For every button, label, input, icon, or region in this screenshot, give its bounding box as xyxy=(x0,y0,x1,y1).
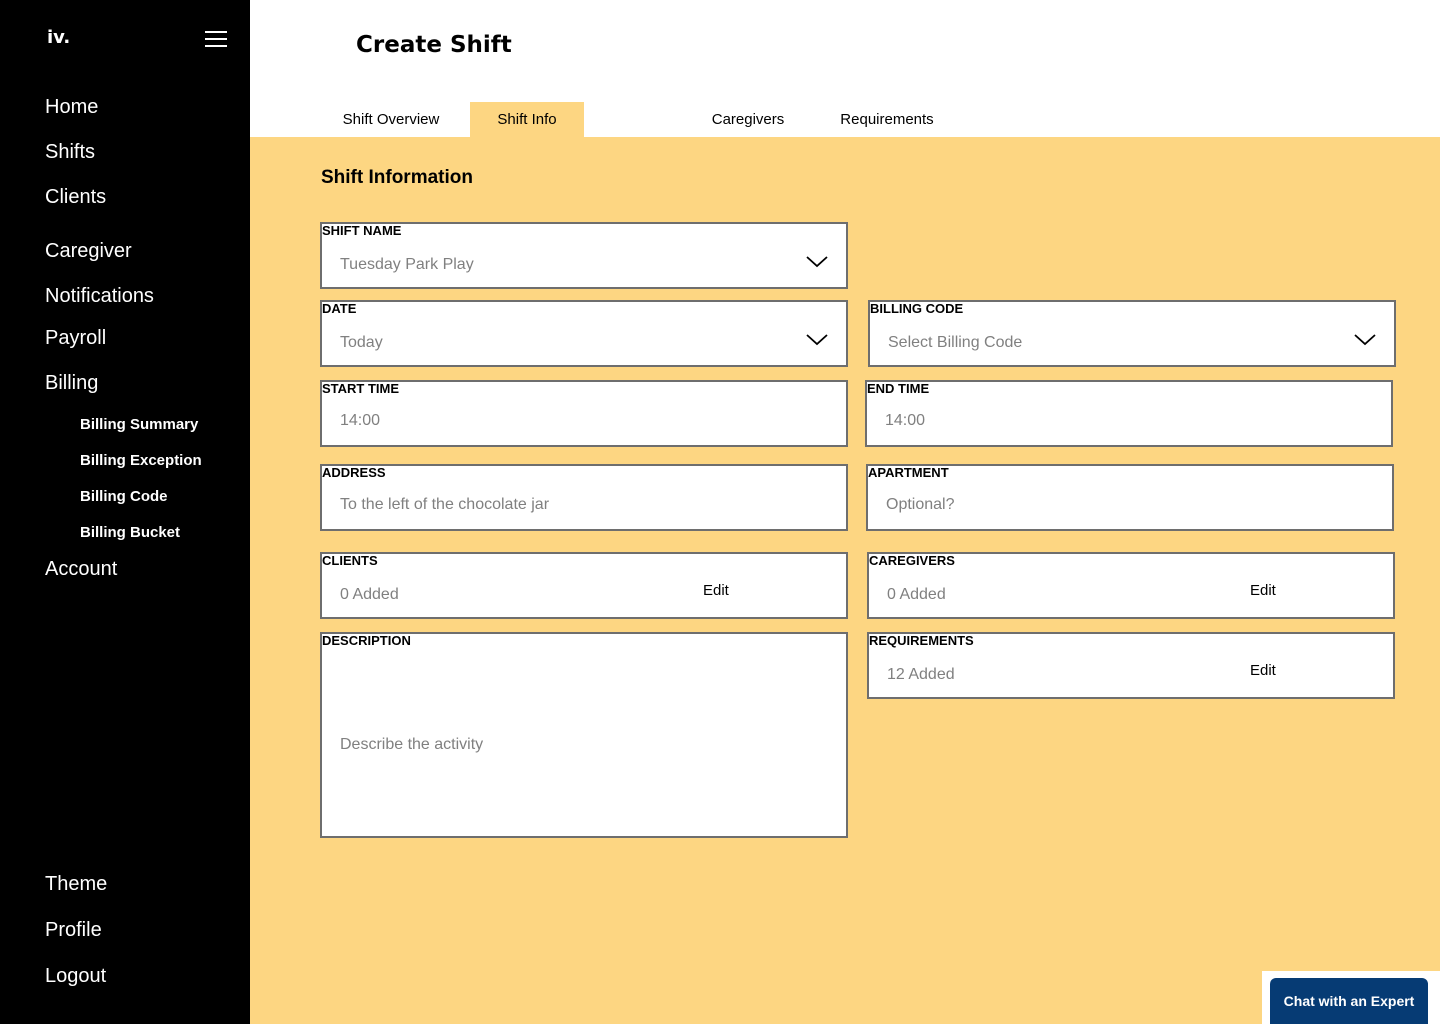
date-label: DATE xyxy=(322,301,357,316)
apartment-input[interactable] xyxy=(886,496,1253,514)
shift-name-select[interactable]: SHIFT NAME Tuesday Park Play xyxy=(320,222,848,289)
section-title: Shift Information xyxy=(321,167,473,188)
clients-edit-link[interactable]: Edit xyxy=(703,582,729,599)
date-select[interactable]: DATE Today xyxy=(320,300,848,367)
billing-code-label: BILLING CODE xyxy=(870,301,964,316)
sidebar-subitem-billing-summary[interactable]: Billing Summary xyxy=(80,416,198,433)
requirements-field: REQUIREMENTS 12 Added Edit xyxy=(867,632,1395,699)
end-time-field[interactable]: END TIME xyxy=(865,380,1393,447)
apartment-field[interactable]: APARTMENT xyxy=(866,464,1394,531)
chevron-down-icon[interactable] xyxy=(806,256,828,268)
sidebar-item-clients[interactable]: Clients xyxy=(45,186,106,209)
billing-code-placeholder: Select Billing Code xyxy=(888,334,1023,351)
requirements-count: 12 Added xyxy=(887,666,955,683)
clients-count: 0 Added xyxy=(340,586,399,603)
sidebar-subitem-billing-code[interactable]: Billing Code xyxy=(80,488,168,505)
caregivers-edit-link[interactable]: Edit xyxy=(1250,582,1276,599)
tab-shift-overview[interactable]: Shift Overview xyxy=(320,102,462,137)
shift-name-label: SHIFT NAME xyxy=(322,223,402,238)
sidebar-item-account[interactable]: Account xyxy=(45,558,117,581)
caregivers-label: CAREGIVERS xyxy=(869,553,955,568)
chevron-down-icon[interactable] xyxy=(806,334,828,346)
chevron-down-icon[interactable] xyxy=(1354,334,1376,346)
sidebar-item-home[interactable]: Home xyxy=(45,96,98,119)
start-time-label: START TIME xyxy=(322,381,400,396)
sidebar-item-profile[interactable]: Profile xyxy=(45,919,102,942)
sidebar-item-payroll[interactable]: Payroll xyxy=(45,327,106,350)
clients-field: CLIENTS 0 Added Edit xyxy=(320,552,848,619)
start-time-field[interactable]: START TIME xyxy=(320,380,848,447)
caregivers-field: CAREGIVERS 0 Added Edit xyxy=(867,552,1395,619)
description-label: DESCRIPTION xyxy=(322,633,411,648)
sidebar-subitem-billing-bucket[interactable]: Billing Bucket xyxy=(80,524,180,541)
requirements-label: REQUIREMENTS xyxy=(869,633,974,648)
address-input[interactable] xyxy=(340,496,707,514)
hamburger-menu-icon[interactable] xyxy=(205,31,227,47)
sidebar-item-shifts[interactable]: Shifts xyxy=(45,141,95,164)
sidebar-item-billing[interactable]: Billing xyxy=(45,372,98,395)
requirements-edit-link[interactable]: Edit xyxy=(1250,662,1276,679)
end-time-input[interactable] xyxy=(885,412,1252,430)
date-value: Today xyxy=(340,334,383,351)
description-placeholder[interactable]: Describe the activity xyxy=(340,736,483,754)
description-field[interactable]: DESCRIPTION Describe the activity xyxy=(320,632,848,838)
page-title: Create Shift xyxy=(356,32,512,58)
chat-with-expert-button[interactable]: Chat with an Expert xyxy=(1270,978,1428,1024)
caregivers-count: 0 Added xyxy=(887,586,946,603)
billing-code-select[interactable]: BILLING CODE Select Billing Code xyxy=(868,300,1396,367)
end-time-label: END TIME xyxy=(867,381,930,396)
sidebar-item-logout[interactable]: Logout xyxy=(45,965,106,988)
sidebar-subitem-billing-exception[interactable]: Billing Exception xyxy=(80,452,202,469)
address-label: ADDRESS xyxy=(322,465,386,480)
tab-shift-info[interactable]: Shift Info xyxy=(470,102,584,137)
address-field[interactable]: ADDRESS xyxy=(320,464,848,531)
apartment-label: APARTMENT xyxy=(868,465,949,480)
shift-name-value: Tuesday Park Play xyxy=(340,256,474,273)
sidebar-item-caregiver[interactable]: Caregiver xyxy=(45,240,132,263)
app-logo[interactable]: iv. xyxy=(47,27,70,48)
sidebar-item-theme[interactable]: Theme xyxy=(45,873,107,896)
tab-requirements[interactable]: Requirements xyxy=(828,102,946,137)
start-time-input[interactable] xyxy=(340,412,707,430)
sidebar: iv. Home Shifts Clients Caregiver Notifi… xyxy=(0,0,250,1024)
clients-label: CLIENTS xyxy=(322,553,378,568)
tab-caregivers[interactable]: Caregivers xyxy=(694,102,802,137)
sidebar-item-notifications[interactable]: Notifications xyxy=(45,285,154,308)
